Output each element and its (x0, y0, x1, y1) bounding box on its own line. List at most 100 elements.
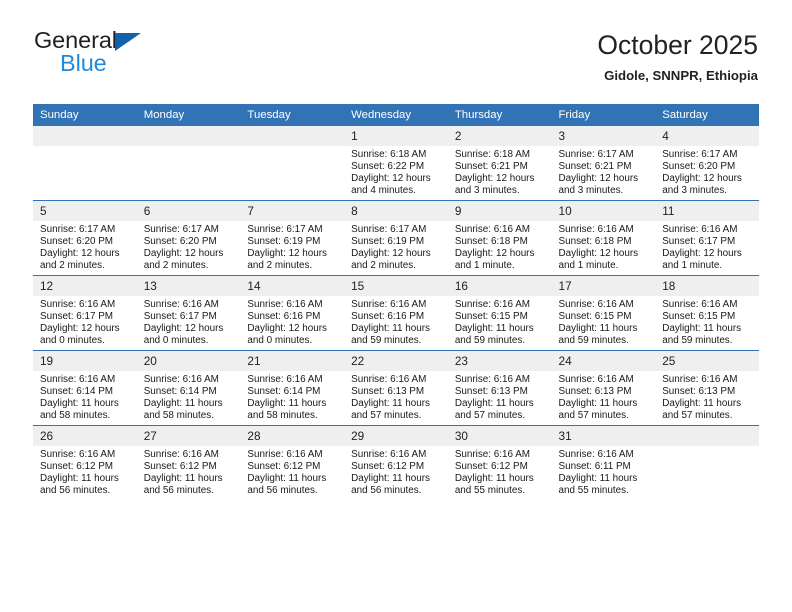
calendar-day-cell[interactable]: 8 Sunrise: 6:17 AM Sunset: 6:19 PM Daylight… (344, 200, 448, 276)
day-detail-line: Daylight: 11 hours (247, 397, 327, 409)
calendar-week-row: 1 Sunrise: 6:18 AM Sunset: 6:22 PM Daylight… (33, 126, 759, 201)
day-number: 26 (33, 426, 137, 446)
calendar-day-cell[interactable]: 26 Sunrise: 6:16 AM Sunset: 6:12 PM Dayligh… (33, 425, 137, 500)
calendar-day-cell[interactable]: 5 Sunrise: 6:17 AM Sunset: 6:20 PM Daylight… (33, 200, 137, 276)
day-detail-line: Sunrise: 6:16 AM (40, 299, 116, 310)
weekday-header-monday: Monday (136, 104, 241, 126)
calendar-day-cell[interactable]: 18 Sunrise: 6:16 AM Sunset: 6:15 PM Dayligh… (655, 275, 759, 351)
calendar-day-cell[interactable]: 13 Sunrise: 6:16 AM Sunset: 6:17 PM Dayligh… (136, 275, 241, 351)
day-detail-line: and 1 minute. (454, 259, 515, 271)
calendar-day-cell[interactable]: 17 Sunrise: 6:16 AM Sunset: 6:15 PM Dayligh… (551, 275, 656, 351)
day-cell-inner: 2 Sunrise: 6:18 AM Sunset: 6:21 PM Daylight… (447, 126, 552, 200)
day-detail-line: Daylight: 12 hours (247, 322, 327, 334)
day-detail-line: Daylight: 11 hours (454, 322, 534, 334)
day-sun-details: Sunrise: 6:17 AM Sunset: 6:19 PM Daylight:… (344, 221, 448, 272)
day-number: 19 (33, 351, 137, 371)
day-cell-inner: 30 Sunrise: 6:16 AM Sunset: 6:12 PM Dayligh… (447, 426, 552, 500)
day-detail-line: Sunrise: 6:16 AM (454, 449, 531, 460)
day-sun-details: Sunrise: 6:16 AM Sunset: 6:17 PM Daylight:… (137, 296, 241, 347)
day-detail-line: Daylight: 11 hours (558, 322, 638, 334)
calendar-day-cell[interactable]: 3 Sunrise: 6:17 AM Sunset: 6:21 PM Daylight… (551, 126, 656, 201)
day-detail-line: Sunset: 6:12 PM (40, 460, 114, 472)
day-sun-details: Sunrise: 6:16 AM Sunset: 6:15 PM Daylight:… (448, 296, 552, 347)
day-detail-line: Sunrise: 6:16 AM (454, 299, 531, 310)
day-number: 17 (551, 276, 656, 296)
calendar-day-cell[interactable]: 16 Sunrise: 6:16 AM Sunset: 6:15 PM Dayligh… (447, 275, 552, 351)
day-number: 14 (240, 276, 345, 296)
day-cell-inner: 27 Sunrise: 6:16 AM Sunset: 6:12 PM Dayligh… (136, 426, 241, 500)
calendar-day-cell[interactable]: 6 Sunrise: 6:17 AM Sunset: 6:20 PM Daylight… (136, 200, 241, 276)
calendar-day-cell[interactable]: 9 Sunrise: 6:16 AM Sunset: 6:18 PM Daylight… (447, 200, 552, 276)
day-detail-line: Sunset: 6:12 PM (454, 460, 528, 472)
calendar-day-cell[interactable]: 28 Sunrise: 6:16 AM Sunset: 6:12 PM Dayligh… (240, 425, 345, 500)
day-detail-line: Daylight: 12 hours (662, 172, 742, 184)
day-detail-line: and 2 minutes. (247, 259, 313, 271)
day-number: 15 (344, 276, 448, 296)
calendar-day-cell[interactable]: 30 Sunrise: 6:16 AM Sunset: 6:12 PM Dayligh… (447, 425, 552, 500)
day-number: 21 (240, 351, 345, 371)
day-detail-line: Daylight: 11 hours (143, 472, 223, 484)
title-block: October 2025 Gidole, SNNPR, Ethiopia (597, 28, 758, 84)
day-sun-details: Sunrise: 6:17 AM Sunset: 6:20 PM Daylight:… (33, 221, 137, 272)
calendar-day-cell[interactable]: 4 Sunrise: 6:17 AM Sunset: 6:20 PM Daylight… (655, 126, 759, 201)
weekday-header-wednesday: Wednesday (344, 104, 448, 126)
calendar-day-cell[interactable]: 11 Sunrise: 6:16 AM Sunset: 6:17 PM Dayligh… (655, 200, 759, 276)
calendar-day-cell[interactable]: 27 Sunrise: 6:16 AM Sunset: 6:12 PM Dayligh… (136, 425, 241, 500)
day-detail-line: Sunset: 6:16 PM (351, 310, 425, 322)
day-number: 13 (136, 276, 241, 296)
day-detail-line: Sunset: 6:19 PM (247, 235, 321, 247)
calendar-day-cell-empty (33, 126, 137, 201)
calendar-day-cell[interactable]: 7 Sunrise: 6:17 AM Sunset: 6:19 PM Daylight… (240, 200, 345, 276)
day-detail-line: Sunset: 6:22 PM (351, 160, 425, 172)
calendar-day-cell[interactable]: 22 Sunrise: 6:16 AM Sunset: 6:13 PM Dayligh… (344, 350, 448, 426)
day-detail-line: and 0 minutes. (40, 334, 105, 346)
calendar-week-row: 19 Sunrise: 6:16 AM Sunset: 6:14 PM Dayligh… (33, 350, 759, 426)
day-detail-line: Sunset: 6:21 PM (454, 160, 528, 172)
calendar-day-cell[interactable]: 15 Sunrise: 6:16 AM Sunset: 6:16 PM Dayligh… (344, 275, 448, 351)
day-detail-line: Sunset: 6:20 PM (40, 235, 114, 247)
day-sun-details: Sunrise: 6:16 AM Sunset: 6:14 PM Daylight:… (33, 371, 137, 422)
calendar-day-cell[interactable]: 2 Sunrise: 6:18 AM Sunset: 6:21 PM Daylight… (447, 126, 552, 201)
day-sun-details: Sunrise: 6:16 AM Sunset: 6:15 PM Daylight:… (552, 296, 656, 347)
day-detail-line: and 3 minutes. (662, 184, 727, 196)
calendar-day-cell[interactable]: 21 Sunrise: 6:16 AM Sunset: 6:14 PM Dayligh… (240, 350, 345, 426)
calendar-day-cell[interactable]: 20 Sunrise: 6:16 AM Sunset: 6:14 PM Dayligh… (136, 350, 241, 426)
day-number: 12 (33, 276, 137, 296)
calendar-day-cell[interactable]: 24 Sunrise: 6:16 AM Sunset: 6:13 PM Dayligh… (551, 350, 656, 426)
day-detail-line: Daylight: 11 hours (662, 397, 742, 409)
day-detail-line: Sunrise: 6:16 AM (662, 299, 738, 310)
day-detail-line: Sunset: 6:20 PM (662, 160, 736, 172)
day-number: 9 (447, 201, 552, 221)
day-detail-line: Sunset: 6:18 PM (558, 235, 632, 247)
day-detail-line: and 1 minute. (662, 259, 723, 271)
day-number: 31 (551, 426, 656, 446)
day-detail-line: Daylight: 11 hours (247, 472, 327, 484)
calendar-day-cell[interactable]: 14 Sunrise: 6:16 AM Sunset: 6:16 PM Dayligh… (240, 275, 345, 351)
calendar-header-row: Sunday Monday Tuesday Wednesday Thursday Frid… (33, 104, 759, 126)
day-number: 18 (655, 276, 759, 296)
day-cell-inner: 13 Sunrise: 6:16 AM Sunset: 6:17 PM Dayligh… (136, 276, 241, 350)
day-detail-line: Sunrise: 6:18 AM (351, 149, 427, 160)
day-sun-details: Sunrise: 6:16 AM Sunset: 6:13 PM Daylight:… (344, 371, 448, 422)
day-detail-line: and 59 minutes. (662, 334, 733, 346)
calendar-day-cell[interactable]: 1 Sunrise: 6:18 AM Sunset: 6:22 PM Daylight… (344, 126, 448, 201)
day-cell-inner: 20 Sunrise: 6:16 AM Sunset: 6:14 PM Dayligh… (136, 351, 241, 425)
calendar-day-cell[interactable]: 19 Sunrise: 6:16 AM Sunset: 6:14 PM Dayligh… (33, 350, 137, 426)
calendar-day-cell[interactable]: 10 Sunrise: 6:16 AM Sunset: 6:18 PM Dayligh… (551, 200, 656, 276)
day-detail-line: Sunrise: 6:16 AM (558, 224, 634, 235)
day-detail-line: Daylight: 11 hours (662, 322, 742, 334)
calendar-day-cell[interactable]: 31 Sunrise: 6:16 AM Sunset: 6:11 PM Dayligh… (551, 425, 656, 500)
day-number: 7 (240, 201, 345, 221)
day-sun-details: Sunrise: 6:16 AM Sunset: 6:12 PM Daylight:… (240, 446, 344, 497)
logo-text-blue: Blue (60, 50, 107, 76)
day-number: 28 (240, 426, 345, 446)
weekday-header-sunday: Sunday (33, 104, 137, 126)
calendar-day-cell[interactable]: 23 Sunrise: 6:16 AM Sunset: 6:13 PM Dayligh… (447, 350, 552, 426)
calendar-day-cell[interactable]: 12 Sunrise: 6:16 AM Sunset: 6:17 PM Dayligh… (33, 275, 137, 351)
day-sun-details: Sunrise: 6:16 AM Sunset: 6:18 PM Daylight:… (448, 221, 552, 272)
day-detail-line: Sunrise: 6:16 AM (662, 224, 738, 235)
calendar-day-cell[interactable]: 25 Sunrise: 6:16 AM Sunset: 6:13 PM Dayligh… (655, 350, 759, 426)
calendar-day-cell[interactable]: 29 Sunrise: 6:16 AM Sunset: 6:12 PM Dayligh… (344, 425, 448, 500)
day-sun-details: Sunrise: 6:16 AM Sunset: 6:18 PM Daylight:… (552, 221, 656, 272)
day-detail-line: Sunset: 6:13 PM (454, 385, 528, 397)
